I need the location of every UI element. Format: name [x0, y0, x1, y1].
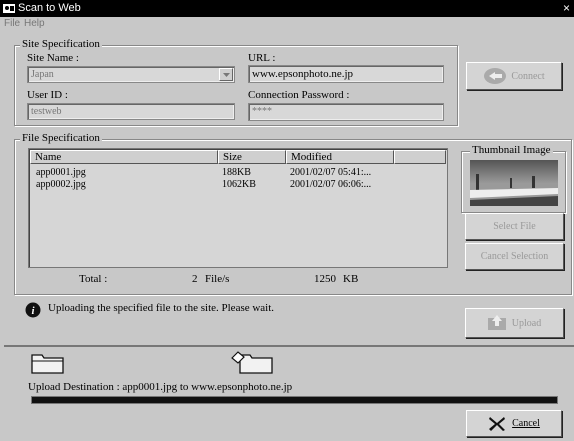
column-header-modified[interactable]: Modified	[286, 150, 394, 164]
url-label: URL :	[248, 52, 276, 64]
upload-progress-fill	[32, 397, 557, 403]
site-name-select[interactable]: Japan	[27, 66, 235, 83]
file-size-cell: 188KB	[222, 167, 251, 178]
title-bar: Scan to Web ×	[0, 0, 574, 17]
menu-item-help[interactable]: Help	[24, 18, 45, 29]
cancel-button[interactable]: Cancel	[466, 410, 562, 437]
chevron-down-icon[interactable]	[219, 68, 233, 81]
thumbnail-legend: Thumbnail Image	[470, 144, 553, 156]
file-name-cell[interactable]: app0001.jpg	[36, 167, 86, 178]
upload-button[interactable]: Upload	[465, 308, 564, 338]
user-id-field[interactable]: testweb	[27, 103, 235, 120]
source-folder-icon	[31, 354, 64, 374]
column-header-size[interactable]: Size	[218, 150, 286, 164]
file-modified-cell: 2001/02/07 06:06:...	[290, 179, 372, 190]
upload-label: Upload	[511, 317, 542, 329]
destination-folder-icon	[231, 351, 273, 374]
menu-bar: File Help	[0, 17, 574, 31]
column-header-name[interactable]: Name	[30, 150, 218, 164]
upload-progress-track	[31, 396, 558, 404]
user-id-label: User ID :	[27, 89, 68, 101]
file-modified-cell: 2001/02/07 05:41:...	[290, 167, 372, 178]
site-name-value: Japan	[31, 69, 54, 80]
upload-destination-text: Upload Destination : app0001.jpg to www.…	[28, 381, 293, 393]
column-header-blank	[394, 150, 446, 164]
select-file-button[interactable]: Select File	[465, 213, 564, 240]
url-field[interactable]: www.epsonphoto.ne.jp	[248, 65, 444, 83]
section-divider	[4, 345, 574, 347]
file-name-cell[interactable]: app0002.jpg	[36, 179, 86, 190]
connect-label: Connect	[511, 70, 545, 82]
close-icon	[489, 416, 506, 431]
total-size: 1250	[314, 273, 336, 285]
password-label: Connection Password :	[248, 89, 350, 101]
connect-icon	[484, 68, 507, 84]
thumbnail-image	[470, 160, 558, 206]
upload-icon	[487, 315, 506, 330]
info-icon: i	[25, 302, 41, 318]
status-message: Uploading the specified file to the site…	[48, 302, 275, 314]
file-size-cell: 1062KB	[222, 179, 256, 190]
file-spec-legend: File Specification	[20, 132, 102, 144]
total-unit: File/s	[205, 273, 230, 285]
total-label: Total :	[79, 273, 108, 285]
cancel-selection-button[interactable]: Cancel Selection	[465, 243, 564, 270]
app-icon	[3, 4, 15, 13]
close-icon[interactable]: ×	[563, 1, 570, 15]
menu-item-file[interactable]: File	[4, 18, 20, 29]
cancel-label: Cancel	[512, 418, 540, 429]
total-count: 2	[192, 273, 198, 285]
window-title: Scan to Web	[18, 2, 81, 14]
site-spec-legend: Site Specification	[20, 38, 102, 50]
password-field[interactable]: ****	[248, 103, 444, 121]
total-size-unit: KB	[343, 273, 359, 285]
site-name-label: Site Name :	[27, 52, 79, 64]
connect-button[interactable]: Connect	[466, 62, 562, 90]
file-list[interactable]: Name Size Modified app0001.jpg 188KB 200…	[28, 148, 448, 268]
